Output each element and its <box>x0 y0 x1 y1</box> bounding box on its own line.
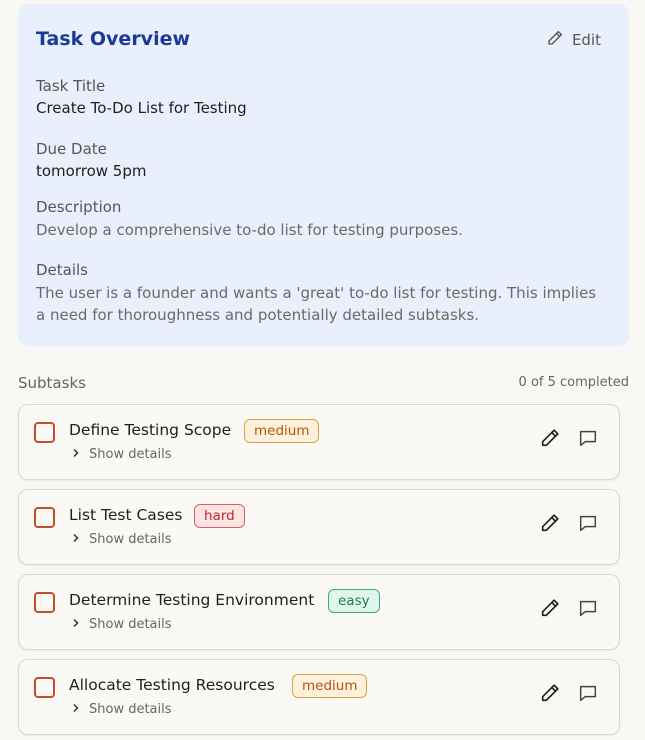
show-details-toggle[interactable]: Show details <box>71 617 172 632</box>
subtasks-count: 0 of 5 completed <box>518 375 629 390</box>
show-details-label: Show details <box>89 617 172 632</box>
show-details-label: Show details <box>89 532 172 547</box>
subtask-name: Allocate Testing Resources <box>69 676 275 694</box>
subtask-card: Allocate Testing Resources medium Show d… <box>18 659 620 735</box>
show-details-label: Show details <box>89 702 172 717</box>
description-value: Develop a comprehensive to-do list for t… <box>36 221 463 239</box>
pencil-icon[interactable] <box>539 512 561 534</box>
difficulty-badge: medium <box>244 419 320 443</box>
overview-title: Task Overview <box>36 28 191 50</box>
subtask-card: Determine Testing Environment easy Show … <box>18 574 620 650</box>
comment-icon[interactable] <box>577 597 599 619</box>
subtask-card: List Test Cases hard Show details <box>18 489 620 565</box>
pencil-icon[interactable] <box>539 427 561 449</box>
subtask-card: Define Testing Scope medium Show details <box>18 404 620 480</box>
due-date-label: Due Date <box>36 140 107 158</box>
subtask-checkbox[interactable] <box>34 422 55 443</box>
subtask-name: Define Testing Scope <box>69 421 232 439</box>
subtask-name: Determine Testing Environment <box>69 591 315 609</box>
show-details-toggle[interactable]: Show details <box>71 532 172 547</box>
details-label: Details <box>36 261 89 279</box>
pencil-icon[interactable] <box>539 682 561 704</box>
subtask-checkbox[interactable] <box>34 507 55 528</box>
comment-icon[interactable] <box>577 682 599 704</box>
subtasks-heading: Subtasks <box>18 374 86 392</box>
chevron-right-icon <box>71 702 81 717</box>
show-details-toggle[interactable]: Show details <box>71 702 172 717</box>
pencil-icon[interactable] <box>539 597 561 619</box>
task-title-value: Create To-Do List for Testing <box>36 99 247 117</box>
chevron-right-icon <box>71 617 81 632</box>
task-title-label: Task Title <box>36 77 106 95</box>
chevron-right-icon <box>71 447 81 462</box>
difficulty-badge: hard <box>194 504 245 528</box>
difficulty-badge: easy <box>328 589 380 613</box>
task-overview-panel: Task Overview Edit Task Title Create To-… <box>18 4 629 346</box>
description-label: Description <box>36 198 122 216</box>
difficulty-badge: medium <box>292 674 368 698</box>
subtask-name: List Test Cases <box>69 506 183 524</box>
due-date-value: tomorrow 5pm <box>36 162 147 180</box>
subtask-checkbox[interactable] <box>34 677 55 698</box>
show-details-toggle[interactable]: Show details <box>71 447 172 462</box>
pencil-icon <box>546 29 564 51</box>
subtask-checkbox[interactable] <box>34 592 55 613</box>
edit-button[interactable]: Edit <box>546 29 601 51</box>
comment-icon[interactable] <box>577 427 599 449</box>
edit-label: Edit <box>571 31 601 49</box>
details-value: The user is a founder and wants a 'great… <box>36 284 597 324</box>
comment-icon[interactable] <box>577 512 599 534</box>
chevron-right-icon <box>71 532 81 547</box>
show-details-label: Show details <box>89 447 172 462</box>
